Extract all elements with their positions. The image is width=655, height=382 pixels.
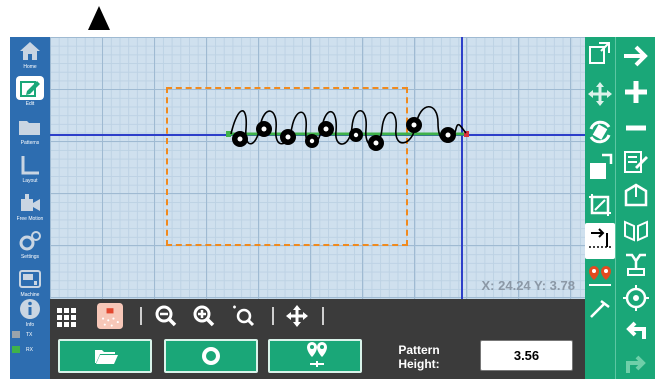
rx-swatch [12, 346, 20, 354]
resize-tool[interactable] [585, 151, 615, 187]
pattern-canvas[interactable]: X: 24.24 Y: 3.78 [50, 37, 585, 299]
merge-button[interactable] [620, 247, 652, 283]
center-icon [202, 347, 220, 365]
grid-icon[interactable] [55, 303, 79, 329]
align-tool[interactable] [585, 223, 615, 259]
open-folder-icon [95, 350, 118, 364]
sidebar-item-label: Layout [22, 178, 38, 184]
zoom-out-icon[interactable] [154, 303, 178, 329]
edit-list-icon [624, 151, 648, 173]
pattern-height-field[interactable]: 3.56 [480, 340, 573, 371]
mouse-cursor-icon [88, 6, 110, 30]
remove-button[interactable] [620, 111, 652, 147]
edit-icon-frame [16, 76, 44, 100]
edit-icon [20, 81, 40, 97]
points-icon [589, 266, 611, 286]
sidebar-item-home[interactable]: Home [10, 37, 50, 75]
move-corner-tool[interactable] [585, 39, 615, 75]
rotate-icon [589, 120, 611, 144]
free-motion-icon [21, 194, 40, 211]
machine-icon [19, 270, 41, 288]
view-tools-row [50, 299, 585, 331]
sidebar-item-label: Edit [25, 101, 35, 107]
rx-indicator: RX [12, 346, 48, 355]
layout-icon [21, 156, 39, 175]
bottom-toolbar: Pattern Height: 3.56 [50, 299, 585, 379]
move-icon [588, 82, 612, 106]
redo-icon [626, 355, 646, 373]
gear-icon [19, 231, 41, 251]
rotate-tool[interactable] [585, 115, 615, 151]
add-button[interactable] [620, 75, 652, 111]
tx-swatch [12, 331, 20, 339]
points-tool[interactable] [585, 259, 615, 295]
sidebar-item-free-motion[interactable]: Free Motion [10, 189, 50, 227]
set-points-icon [307, 342, 327, 367]
tx-indicator: TX [12, 331, 48, 340]
sidebar-item-label: Home [23, 64, 37, 70]
sidebar-item-layout[interactable]: Layout [10, 151, 50, 189]
undo-icon [626, 321, 646, 339]
stitch-pattern[interactable] [226, 99, 476, 169]
sidebar-item-label: Free Motion [16, 216, 44, 222]
sidebar-item-label: Patterns [20, 140, 40, 146]
arrow-right-icon [624, 45, 648, 67]
crop-tool[interactable] [585, 187, 615, 223]
edit-list-button[interactable] [620, 145, 652, 181]
next-button[interactable] [620, 39, 652, 75]
needle-icon [590, 300, 610, 318]
action-bar [615, 37, 655, 379]
sidebar-item-label: Info [25, 322, 35, 328]
center-button[interactable] [164, 339, 258, 373]
open-folder-button[interactable] [58, 339, 152, 373]
tx-label: TX [26, 332, 33, 338]
repeat-icon [624, 220, 648, 242]
pattern-height-label: Pattern Height: [398, 343, 440, 371]
box-icon [624, 183, 648, 207]
redo-button[interactable] [620, 343, 652, 379]
left-sidebar: Home Edit Patterns Layout Free Motion Se… [10, 37, 50, 379]
wheel-icon [623, 285, 649, 311]
wheel-button[interactable] [620, 281, 652, 317]
pan-icon[interactable] [284, 303, 310, 329]
zoom-fit-icon[interactable] [230, 303, 256, 329]
move-tool[interactable] [585, 77, 615, 113]
box-button[interactable] [620, 179, 652, 215]
stitch-preview-icon[interactable] [94, 303, 126, 329]
folder-icon [19, 121, 40, 135]
repeat-button[interactable] [620, 213, 652, 249]
sidebar-item-patterns[interactable]: Patterns [10, 113, 50, 151]
align-icon [589, 228, 611, 248]
set-points-button[interactable] [268, 339, 362, 373]
plus-icon [625, 81, 647, 103]
minus-icon [626, 125, 646, 131]
edit-tools-bar [585, 37, 615, 379]
cursor-coordinates: X: 24.24 Y: 3.78 [481, 278, 575, 293]
home-icon [20, 42, 40, 60]
sidebar-item-label: Settings [20, 254, 40, 260]
move-corner-icon [589, 42, 610, 64]
info-icon [20, 299, 40, 319]
toolbar-separator [140, 307, 142, 325]
toolbar-separator [272, 307, 274, 325]
sidebar-item-edit[interactable]: Edit [10, 75, 50, 113]
resize-icon [590, 153, 613, 179]
needle-tool[interactable] [585, 293, 615, 329]
merge-icon [626, 253, 646, 276]
zoom-in-icon[interactable] [192, 303, 216, 329]
crop-icon [589, 194, 611, 216]
sidebar-item-settings[interactable]: Settings [10, 227, 50, 265]
rx-label: RX [26, 347, 33, 353]
sidebar-item-info[interactable]: Info [10, 295, 50, 333]
toolbar-separator [322, 307, 324, 325]
